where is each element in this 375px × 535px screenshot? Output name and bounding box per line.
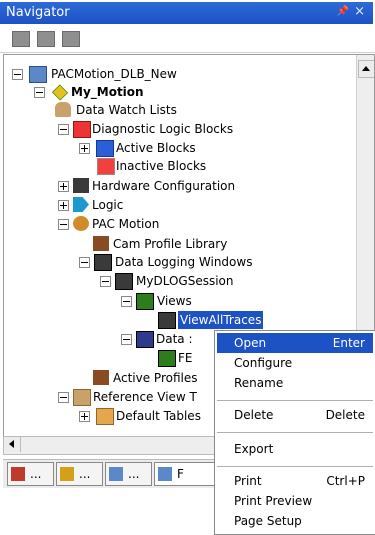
properties-icon[interactable]: [62, 31, 80, 47]
menu-item-page-setup[interactable]: Page Setup: [217, 511, 373, 531]
expand-toggle-icon[interactable]: [58, 200, 69, 211]
collapse-toggle-icon[interactable]: [58, 392, 69, 403]
collapse-toggle-icon[interactable]: [79, 257, 90, 268]
data-icon: [136, 331, 154, 348]
active-profiles-icon: [93, 370, 109, 385]
menu-item-rename[interactable]: Rename: [217, 373, 373, 393]
collapse-toggle-icon[interactable]: [58, 219, 69, 230]
target-icon: [51, 84, 69, 101]
active-blocks-icon: [96, 140, 114, 157]
title-bar[interactable]: Navigator 📌 ×: [0, 2, 373, 24]
scroll-left-arrow-icon[interactable]: [5, 437, 21, 452]
menu-separator: [217, 400, 373, 401]
navigator-window: Navigator 📌 × PACMotion_DLB_New My_Motio…: [0, 0, 375, 535]
diagnostic-icon: [73, 121, 91, 138]
session-icon: [115, 273, 133, 290]
expand-toggle-icon[interactable]: [79, 411, 90, 422]
tab-icon-2: [60, 467, 74, 481]
toolbar: [0, 24, 375, 53]
views-icon: [136, 293, 154, 310]
collapse-toggle-icon[interactable]: [58, 124, 69, 135]
project-icon: [29, 66, 47, 83]
collapse-all-icon[interactable]: [37, 31, 55, 47]
close-icon[interactable]: ×: [354, 4, 365, 19]
inactive-blocks-icon: [97, 158, 115, 175]
menu-separator: [217, 466, 373, 467]
default-tables-icon: [96, 408, 114, 425]
tab-3[interactable]: ...: [105, 462, 152, 486]
tab-icon-3: [109, 467, 123, 481]
tab-2[interactable]: ...: [56, 462, 103, 486]
menu-item-print[interactable]: Print Ctrl+P: [217, 471, 373, 491]
collapse-toggle-icon[interactable]: [12, 69, 23, 80]
tab-icon-1: [11, 467, 25, 481]
cam-library-icon: [93, 236, 109, 251]
tab-4[interactable]: F: [154, 462, 216, 486]
pin-icon[interactable]: 📌: [337, 6, 349, 17]
menu-item-export[interactable]: Export: [217, 439, 373, 459]
pac-motion-icon: [73, 216, 89, 231]
window-title: Navigator: [6, 5, 70, 20]
collapse-toggle-icon[interactable]: [121, 334, 132, 345]
tab-icon-4: [158, 467, 172, 481]
logic-icon: [73, 197, 89, 212]
watch-lists-icon: [55, 102, 71, 117]
scroll-up-arrow-icon[interactable]: [358, 60, 374, 78]
hardware-icon: [73, 178, 89, 193]
menu-item-open[interactable]: Open Enter: [217, 333, 373, 353]
reference-view-icon: [73, 389, 91, 406]
fe-icon: [158, 350, 176, 367]
tab-1[interactable]: ...: [7, 462, 54, 486]
menu-separator: [217, 432, 373, 433]
context-menu: Open Enter Configure Rename Delete Delet…: [214, 330, 375, 535]
expand-toggle-icon[interactable]: [58, 181, 69, 192]
collapse-toggle-icon[interactable]: [121, 296, 132, 307]
menu-item-delete[interactable]: Delete Delete: [217, 405, 373, 425]
data-logging-icon: [94, 254, 112, 271]
expand-all-icon[interactable]: [12, 31, 30, 47]
expand-toggle-icon[interactable]: [79, 143, 90, 154]
collapse-toggle-icon[interactable]: [100, 276, 111, 287]
menu-item-configure[interactable]: Configure: [217, 353, 373, 373]
menu-item-print-preview[interactable]: Print Preview: [217, 491, 373, 511]
view-icon: [158, 312, 176, 329]
collapse-toggle-icon[interactable]: [34, 87, 45, 98]
